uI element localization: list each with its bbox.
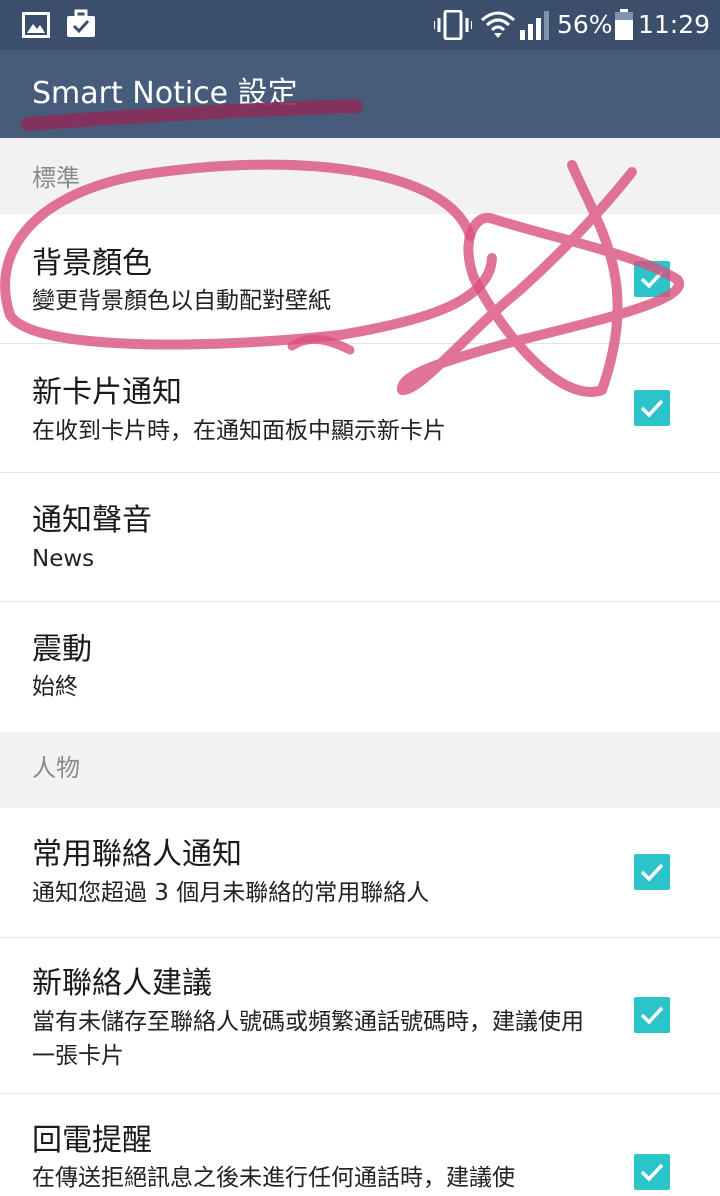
cellular-signal-icon: [520, 11, 549, 40]
setting-row-background-color[interactable]: 背景顏色 變更背景顏色以自動配對壁紙: [0, 214, 720, 344]
setting-title: 常用聯絡人通知: [32, 837, 242, 872]
section-label: 人物: [32, 754, 80, 782]
check-icon: [640, 1006, 664, 1025]
briefcase-check-icon: [67, 9, 95, 37]
check-icon: [640, 270, 664, 289]
setting-subtitle: 通知您超過 3 個月未聯絡的常用聯絡人: [32, 880, 430, 906]
section-label: 標準: [32, 164, 80, 192]
check-icon: [640, 399, 664, 418]
frequent-contacts-checkbox[interactable]: [634, 854, 670, 890]
status-bar: 56% 11:29: [0, 0, 720, 50]
battery-percent: 56%: [557, 10, 613, 39]
setting-subtitle: News: [32, 546, 95, 572]
app-bar: Smart Notice 設定: [0, 50, 720, 138]
setting-subtitle: 始終: [32, 674, 78, 700]
setting-subtitle: 當有未儲存至聯絡人號碼或頻繁通話號碼時，建議使用一張卡片: [32, 1009, 584, 1069]
setting-title: 回電提醒: [32, 1123, 152, 1158]
page-title: Smart Notice 設定: [32, 76, 298, 111]
setting-title: 新卡片通知: [32, 375, 182, 410]
setting-title: 震動: [32, 632, 92, 667]
setting-row-new-card-notification[interactable]: 新卡片通知 在收到卡片時，在通知面板中顯示新卡片: [0, 344, 720, 473]
setting-row-vibration[interactable]: 震動 始終: [0, 602, 720, 732]
setting-title: 背景顏色: [32, 246, 152, 281]
setting-row-callback-reminder[interactable]: 回電提醒 在傳送拒絕訊息之後未進行任何通話時，建議使: [0, 1094, 720, 1196]
setting-title: 通知聲音: [32, 503, 152, 538]
settings-screen: 56% 11:29 Smart Notice 設定 標準 背景顏色 變更背景顏色…: [0, 0, 720, 1196]
new-contact-suggestion-checkbox[interactable]: [634, 997, 670, 1033]
setting-subtitle: 在收到卡片時，在通知面板中顯示新卡片: [32, 418, 446, 444]
section-header-people: 人物: [0, 732, 720, 808]
setting-row-frequent-contacts[interactable]: 常用聯絡人通知 通知您超過 3 個月未聯絡的常用聯絡人: [0, 808, 720, 938]
clock: 11:29: [638, 10, 711, 39]
check-icon: [640, 1163, 664, 1182]
image-icon: [22, 12, 50, 38]
battery-icon: [615, 9, 633, 40]
background-color-checkbox[interactable]: [634, 261, 670, 297]
section-header-standard: 標準: [0, 138, 720, 214]
setting-row-new-contact-suggestion[interactable]: 新聯絡人建議 當有未儲存至聯絡人號碼或頻繁通話號碼時，建議使用一張卡片: [0, 938, 720, 1094]
check-icon: [640, 863, 664, 882]
vibrate-icon: [434, 10, 472, 40]
setting-row-notification-sound[interactable]: 通知聲音 News: [0, 473, 720, 602]
callback-reminder-checkbox[interactable]: [634, 1154, 670, 1190]
setting-subtitle: 在傳送拒絕訊息之後未進行任何通話時，建議使: [32, 1165, 515, 1191]
wifi-icon: [481, 11, 515, 38]
new-card-notification-checkbox[interactable]: [634, 390, 670, 426]
setting-title: 新聯絡人建議: [32, 966, 212, 1001]
setting-subtitle: 變更背景顏色以自動配對壁紙: [32, 288, 331, 314]
